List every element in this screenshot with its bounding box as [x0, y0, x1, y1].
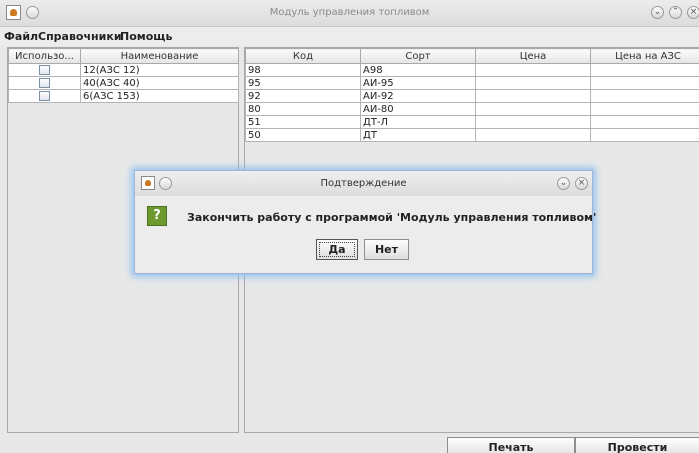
fuel-table: Код Сорт Цена Цена на АЗС 98 А98 95 АИ-9…	[245, 48, 699, 142]
grade-cell[interactable]: ДТ-Л	[360, 115, 476, 129]
column-header-code[interactable]: Код	[245, 48, 361, 64]
window-title: Модуль управления топливом	[269, 7, 430, 18]
table-row[interactable]: 92 АИ-92	[245, 89, 699, 103]
grade-cell[interactable]: А98	[360, 63, 476, 77]
grade-cell[interactable]: АИ-92	[360, 89, 476, 103]
code-cell[interactable]: 95	[245, 76, 361, 90]
station-price-cell[interactable]	[590, 63, 699, 77]
close-icon[interactable]: ×	[575, 177, 588, 190]
station-price-cell[interactable]	[590, 89, 699, 103]
price-cell[interactable]	[475, 89, 591, 103]
code-cell[interactable]: 98	[245, 63, 361, 77]
dialog-titlebar: Подтверждение ⌄ ×	[135, 171, 592, 196]
station-price-cell[interactable]	[590, 128, 699, 142]
price-cell[interactable]	[475, 76, 591, 90]
grade-cell[interactable]: АИ-80	[360, 102, 476, 116]
table-row[interactable]: 51 ДТ-Л	[245, 115, 699, 129]
menu-bar: Файл Справочники Помощь	[0, 27, 699, 46]
used-checkbox[interactable]	[39, 90, 50, 101]
code-cell[interactable]: 92	[245, 89, 361, 103]
used-checkbox[interactable]	[39, 64, 50, 75]
column-header-name[interactable]: Наименование	[80, 48, 239, 64]
used-cell	[8, 89, 81, 103]
column-header-station-price[interactable]: Цена на АЗС	[590, 48, 699, 64]
code-cell[interactable]: 80	[245, 102, 361, 116]
print-button[interactable]: Печать	[447, 437, 575, 453]
station-price-cell[interactable]	[590, 102, 699, 116]
dialog-message: Закончить работу с программой 'Модуль уп…	[187, 211, 597, 224]
close-icon[interactable]: ×	[687, 6, 699, 19]
station-name[interactable]: 12(АЗС 12)	[80, 63, 239, 77]
yes-button[interactable]: Да	[316, 239, 358, 260]
table-row[interactable]: 98 А98	[245, 63, 699, 77]
code-cell[interactable]: 51	[245, 115, 361, 129]
price-cell[interactable]	[475, 102, 591, 116]
table-row[interactable]: 12(АЗС 12)	[8, 63, 239, 77]
stations-table: Использо... Наименование 12(АЗС 12) 40(А…	[8, 48, 239, 103]
table-row[interactable]: 80 АИ-80	[245, 102, 699, 116]
price-cell[interactable]	[475, 63, 591, 77]
menu-references[interactable]: Справочники	[38, 30, 122, 43]
confirm-dialog: Подтверждение ⌄ × ? Закончить работу с п…	[134, 170, 597, 274]
window-titlebar: Модуль управления топливом ⌄ ⌃ ×	[0, 0, 699, 27]
station-name[interactable]: 40(АЗС 40)	[80, 76, 239, 90]
price-cell[interactable]	[475, 115, 591, 129]
code-cell[interactable]: 50	[245, 128, 361, 142]
dialog-title: Подтверждение	[320, 178, 407, 189]
question-icon: ?	[147, 206, 167, 226]
minimize-icon[interactable]: ⌄	[557, 177, 570, 190]
maximize-icon[interactable]: ⌃	[669, 6, 682, 19]
table-row[interactable]: 40(АЗС 40)	[8, 76, 239, 90]
price-cell[interactable]	[475, 128, 591, 142]
column-header-used[interactable]: Использо...	[8, 48, 81, 64]
no-button[interactable]: Нет	[364, 239, 409, 260]
station-name[interactable]: 6(АЗС 153)	[80, 89, 239, 103]
station-price-cell[interactable]	[590, 115, 699, 129]
used-cell	[8, 76, 81, 90]
used-checkbox[interactable]	[39, 77, 50, 88]
table-row[interactable]: 50 ДТ	[245, 128, 699, 142]
column-header-price[interactable]: Цена	[475, 48, 591, 64]
table-row[interactable]: 95 АИ-95	[245, 76, 699, 90]
grade-cell[interactable]: ДТ	[360, 128, 476, 142]
column-header-grade[interactable]: Сорт	[360, 48, 476, 64]
used-cell	[8, 63, 81, 77]
grade-cell[interactable]: АИ-95	[360, 76, 476, 90]
menu-help[interactable]: Помощь	[120, 30, 172, 43]
menu-file[interactable]: Файл	[4, 30, 38, 43]
table-row[interactable]: 6(АЗС 153)	[8, 89, 239, 103]
submit-button[interactable]: Провести	[575, 437, 699, 453]
minimize-icon[interactable]: ⌄	[651, 6, 664, 19]
station-price-cell[interactable]	[590, 76, 699, 90]
